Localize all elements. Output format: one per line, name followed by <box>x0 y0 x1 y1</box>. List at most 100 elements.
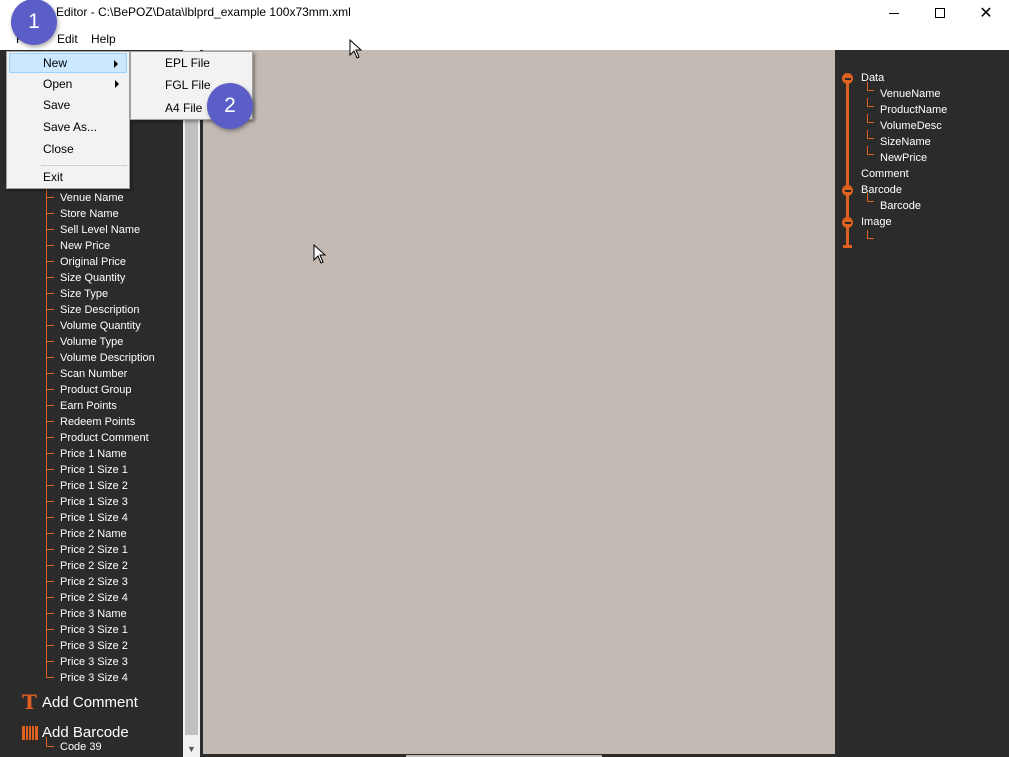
tree-connector <box>46 390 54 406</box>
menu-item-label: Exit <box>43 170 64 184</box>
tree-connector <box>46 422 54 438</box>
submenu-item-epl[interactable]: EPL File <box>133 53 250 74</box>
field-item-label: Size Description <box>60 304 140 316</box>
menu-help[interactable]: Help <box>91 32 116 46</box>
file-menu: New Open Save Save As... Close Exit <box>6 51 130 189</box>
submenu-arrow-icon <box>114 60 118 68</box>
tree-node-comment[interactable]: Comment <box>861 167 909 181</box>
tree-connector <box>46 342 54 358</box>
field-item-label: Product Group <box>60 384 132 396</box>
tree-node-data-child[interactable]: VolumeDesc <box>880 119 942 133</box>
tree-node-image[interactable]: Image <box>861 215 892 229</box>
field-item-label: Price 1 Name <box>60 448 127 460</box>
tree-connector <box>46 294 54 310</box>
field-panel-scrollbar[interactable]: ▼ <box>183 50 200 757</box>
field-item-label: Size Quantity <box>60 272 126 284</box>
menu-bar: F Edit Help <box>0 28 1009 50</box>
submenu-item-label: EPL File <box>165 56 210 70</box>
tree-connector <box>46 310 54 326</box>
field-item-label: Store Name <box>60 208 119 220</box>
tree-connector <box>46 278 54 294</box>
tree-connector <box>867 230 874 239</box>
tree-connector <box>46 230 54 246</box>
field-item-label: Scan Number <box>60 368 128 380</box>
tree-connector <box>867 130 874 139</box>
collapse-icon[interactable] <box>842 73 853 84</box>
field-item-label: Volume Quantity <box>60 320 141 332</box>
field-item-label: Price 3 Name <box>60 608 127 620</box>
menu-item-save-as[interactable]: Save As... <box>9 117 127 137</box>
tree-connector <box>46 374 54 390</box>
tree-node-barcode-child[interactable]: Barcode <box>880 199 921 213</box>
tree-node-data-child[interactable]: SizeName <box>880 135 931 149</box>
tree-node-data-child[interactable]: ProductName <box>880 103 947 117</box>
barcode-type-code39[interactable]: Code 39 <box>46 737 102 753</box>
tree-connector <box>867 82 874 91</box>
maximize-icon <box>935 8 945 18</box>
maximize-button[interactable] <box>917 0 963 26</box>
close-icon: ✕ <box>979 5 993 22</box>
field-item-label: Volume Description <box>60 352 155 364</box>
field-item-label: Original Price <box>60 256 127 268</box>
collapse-icon[interactable] <box>842 185 853 196</box>
field-item-label: Price 3 Size 4 <box>60 672 128 684</box>
field-item-label: Price 3 Size 1 <box>60 624 128 636</box>
add-comment-button[interactable]: T Add Comment <box>22 692 138 712</box>
field-item-label: Price 2 Size 2 <box>60 560 128 572</box>
field-item-label: Price 2 Size 1 <box>60 544 128 556</box>
scrollbar-thumb[interactable] <box>185 105 198 735</box>
menu-item-label: Open <box>43 77 73 91</box>
tree-connector <box>46 646 54 662</box>
field-item-label: Price 3 Size 3 <box>60 656 128 668</box>
tree-connector <box>46 566 54 582</box>
tree-connector <box>46 598 54 614</box>
tree-connector <box>46 262 54 278</box>
field-item-label: Venue Name <box>60 192 124 204</box>
field-item-label: New Price <box>60 240 111 252</box>
field-item-label: Price 3 Size 2 <box>60 640 128 652</box>
tree-connector <box>46 246 54 262</box>
scroll-down-icon[interactable]: ▼ <box>183 740 200 757</box>
tree-node-data-child[interactable]: NewPrice <box>880 151 927 165</box>
menu-separator <box>41 165 127 166</box>
field-item-label: Price 1 Size 3 <box>60 496 128 508</box>
field-item-label: Price 2 Name <box>60 528 127 540</box>
tree-connector <box>46 326 54 342</box>
field-item-label: Sell Level Name <box>60 224 141 236</box>
tree-node-data-child[interactable]: VenueName <box>880 87 941 101</box>
tree-connector <box>46 438 54 454</box>
field-item-label: Price 1 Size 1 <box>60 464 128 476</box>
tree-connector <box>46 486 54 502</box>
label-canvas[interactable] <box>203 50 835 757</box>
tree-connector <box>46 630 54 646</box>
tree-connector <box>46 358 54 374</box>
tree-connector <box>867 193 874 202</box>
submenu-arrow-icon <box>115 80 119 88</box>
tree-connector <box>46 406 54 422</box>
close-button[interactable]: ✕ <box>963 0 1009 26</box>
menu-item-save[interactable]: Save <box>9 95 127 115</box>
field-item-label: Price 2 Size 4 <box>60 592 128 604</box>
menu-item-exit[interactable]: Exit <box>9 167 127 187</box>
structure-panel: Data VenueName ProductName VolumeDesc SizeN… <box>835 50 1009 757</box>
menu-item-label: Close <box>43 142 74 156</box>
tree-connector <box>867 146 874 155</box>
tree-connector <box>46 662 54 678</box>
minimize-button[interactable] <box>871 0 917 26</box>
menu-item-open[interactable]: Open <box>9 74 127 94</box>
mouse-cursor-icon <box>313 244 327 264</box>
collapse-icon[interactable] <box>842 217 853 228</box>
field-item-label: Earn Points <box>60 400 117 412</box>
structure-tree-end <box>843 245 852 248</box>
text-icon: T <box>22 690 37 714</box>
tree-connector <box>46 214 54 230</box>
menu-edit[interactable]: Edit <box>57 32 78 46</box>
menu-item-label: Save <box>43 98 71 112</box>
add-comment-label: Add Comment <box>42 693 138 711</box>
tree-connector <box>46 614 54 630</box>
field-item-label: Price 1 Size 2 <box>60 480 128 492</box>
menu-item-new[interactable]: New <box>9 53 127 73</box>
tree-connector <box>46 470 54 486</box>
menu-item-close[interactable]: Close <box>9 139 127 159</box>
add-barcode-button[interactable]: Add Barcode <box>22 724 129 741</box>
